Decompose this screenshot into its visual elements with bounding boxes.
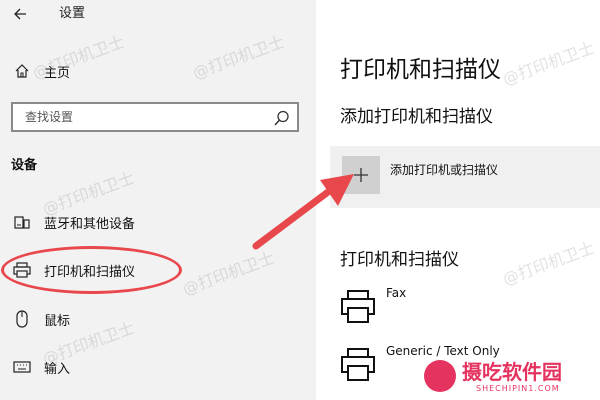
brand-url: SHECHIPIN1.COM <box>476 384 560 393</box>
brand-name: 摄吃软件园 <box>462 360 562 384</box>
mouse-icon <box>0 310 44 328</box>
back-arrow-icon[interactable] <box>12 4 28 24</box>
search-input[interactable] <box>25 108 245 126</box>
sidebar-item-mouse[interactable]: 鼠标 <box>0 306 316 332</box>
brand-logo: 摄吃软件园 SHECHIPIN1.COM <box>420 354 598 400</box>
window-title: 设置 <box>59 6 86 21</box>
search-icon[interactable] <box>273 109 291 127</box>
printer-name: Fax <box>386 286 407 300</box>
keyboard-icon <box>0 360 44 374</box>
add-printer-label: 添加打印机或扫描仪 <box>390 163 499 177</box>
sidebar-item-label: 鼠标 <box>44 313 71 329</box>
add-printer-button[interactable]: 添加打印机或扫描仪 <box>330 146 600 208</box>
annotation-arrow <box>252 174 354 250</box>
brand-mark-icon <box>424 360 456 392</box>
bluetooth-devices-icon <box>0 214 44 230</box>
search-box[interactable] <box>11 102 299 132</box>
highlight-ellipse <box>1 246 182 294</box>
section-header: 设备 <box>11 158 38 173</box>
page-title: 打印机和扫描仪 <box>340 57 501 83</box>
printer-icon <box>340 348 376 382</box>
add-section-title: 添加打印机和扫描仪 <box>340 107 493 127</box>
printer-icon <box>340 290 376 324</box>
printer-item-fax[interactable]: Fax <box>340 286 600 326</box>
